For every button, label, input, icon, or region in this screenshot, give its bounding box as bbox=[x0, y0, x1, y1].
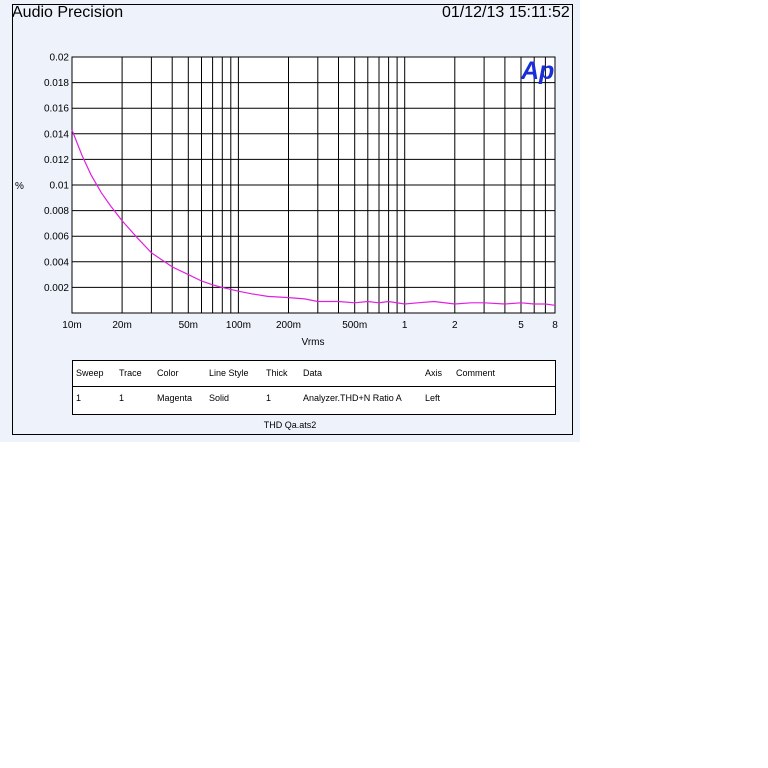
y-tick-label: 0.018 bbox=[44, 78, 69, 89]
y-tick-label: 0.006 bbox=[44, 232, 69, 243]
ap-logo: Ap bbox=[520, 57, 554, 85]
chart-grid bbox=[71, 56, 556, 314]
x-tick-label: 10m bbox=[62, 320, 81, 331]
x-tick-label: 8 bbox=[552, 320, 558, 331]
x-tick-label: 500m bbox=[342, 320, 367, 331]
file-name: THD Qa.ats2 bbox=[263, 420, 317, 430]
legend-header-axis: Axis bbox=[425, 368, 443, 378]
y-tick-label: 0.016 bbox=[44, 104, 69, 115]
legend-header-line-style: Line Style bbox=[209, 368, 249, 378]
legend-header-sweep: Sweep bbox=[76, 368, 104, 378]
legend-cell-axis: Left bbox=[425, 393, 441, 403]
legend-cell-line-style: Solid bbox=[209, 393, 230, 403]
legend-header-color: Color bbox=[157, 368, 179, 378]
x-tick-label: 100m bbox=[226, 320, 251, 331]
y-tick-label: 0.01 bbox=[50, 181, 70, 192]
x-tick-label: 50m bbox=[179, 320, 198, 331]
x-tick-label: 1 bbox=[402, 320, 408, 331]
trace-legend-table: Sweep Trace Color Line Style Thick Data … bbox=[72, 360, 556, 415]
legend-header-data: Data bbox=[303, 368, 323, 378]
y-axis-label: % bbox=[15, 181, 24, 192]
y-tick-label: 0.002 bbox=[44, 283, 69, 294]
x-axis-label: Vrms bbox=[302, 337, 325, 348]
y-tick-label: 0.014 bbox=[44, 129, 69, 140]
y-tick-label: 0.008 bbox=[44, 206, 69, 217]
legend-header-thick: Thick bbox=[266, 368, 288, 378]
legend-cell-thick: 1 bbox=[266, 393, 272, 403]
legend-cell-data: Analyzer.THD+N Ratio A bbox=[303, 393, 402, 403]
legend-row: 1 1 Magenta Solid 1 Analyzer.THD+N Ratio… bbox=[73, 386, 555, 410]
x-tick-label: 2 bbox=[452, 320, 458, 331]
x-tick-label: 200m bbox=[276, 320, 301, 331]
legend-cell-trace: 1 bbox=[119, 393, 125, 403]
y-tick-label: 0.012 bbox=[44, 155, 69, 166]
y-tick-label: 0.02 bbox=[50, 53, 70, 64]
legend-header-comment: Comment bbox=[456, 368, 496, 378]
x-tick-label: 20m bbox=[112, 320, 131, 331]
x-tick-label: 5 bbox=[518, 320, 524, 331]
legend-header-row: Sweep Trace Color Line Style Thick Data … bbox=[73, 361, 555, 385]
y-tick-label: 0.004 bbox=[44, 257, 69, 268]
legend-cell-sweep: 1 bbox=[76, 393, 82, 403]
legend-cell-color: Magenta bbox=[157, 393, 193, 403]
legend-header-trace: Trace bbox=[119, 368, 142, 378]
